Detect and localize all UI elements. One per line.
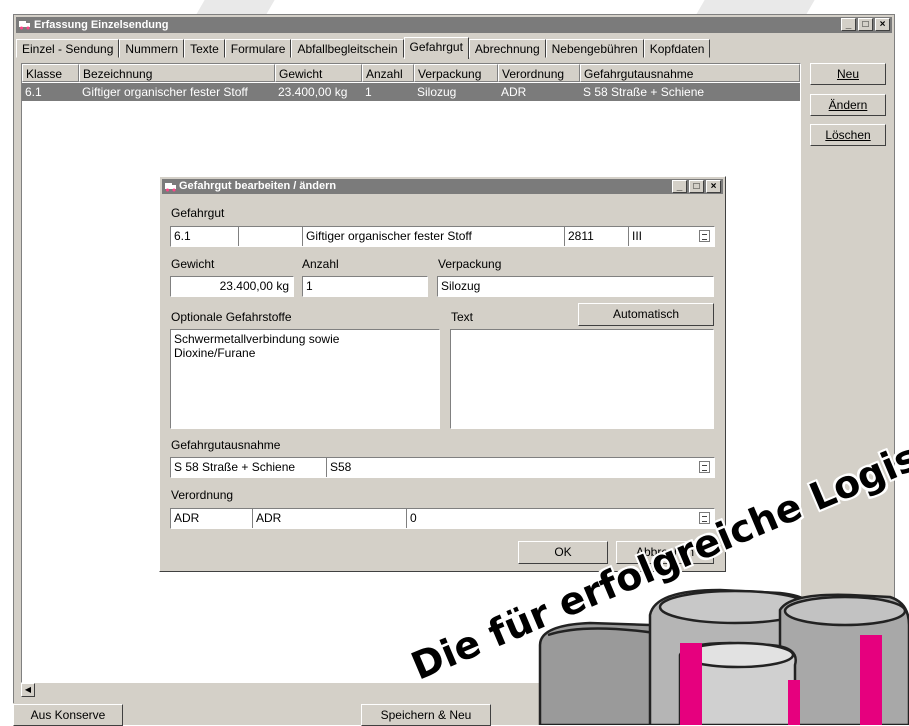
- gewicht-label: Gewicht: [171, 257, 215, 271]
- tab-strip: Einzel - Sendung Nummern Texte Formulare…: [16, 37, 711, 59]
- verordnung-name: ADR: [253, 509, 407, 528]
- delete-button-label: Löschen: [825, 128, 871, 142]
- maximize-button[interactable]: □: [858, 18, 873, 31]
- delete-button[interactable]: Löschen: [810, 124, 886, 146]
- ausnahme-name: S 58 Straße + Schiene: [171, 458, 327, 477]
- horizontal-scrollbar[interactable]: ◀: [21, 683, 51, 697]
- gefahrgut-verpackungsgruppe: III: [632, 229, 643, 243]
- lookup-icon[interactable]: [699, 461, 710, 473]
- ok-button[interactable]: OK: [518, 541, 608, 564]
- list-header: Klasse Bezeichnung Gewicht Anzahl Verpac…: [22, 64, 800, 82]
- cell-klasse: 6.1: [25, 85, 42, 99]
- edit-button-label: Ändern: [828, 98, 868, 112]
- automatisch-button[interactable]: Automatisch: [578, 303, 714, 326]
- tab-nebengebuehren[interactable]: Nebengebühren: [545, 39, 644, 58]
- tab-nummern[interactable]: Nummern: [119, 39, 185, 58]
- edit-button[interactable]: Ändern: [810, 94, 886, 116]
- text-textarea[interactable]: [450, 329, 714, 429]
- dialog-title: Gefahrgut bearbeiten / ändern: [179, 180, 337, 192]
- column-header-gefahrgutausnahme[interactable]: Gefahrgutausnahme: [580, 64, 800, 82]
- minimize-button[interactable]: _: [841, 18, 856, 31]
- gefahrgutausnahme-field[interactable]: S 58 Straße + Schiene S58: [170, 457, 715, 478]
- table-row[interactable]: 6.1 Giftiger organischer fester Stoff 23…: [22, 83, 800, 101]
- cell-gewicht: 23.400,00 kg: [278, 85, 348, 99]
- truck-icon: [19, 21, 30, 30]
- verordnung-wert: 0: [410, 511, 417, 525]
- column-header-klasse[interactable]: Klasse: [22, 64, 79, 82]
- anzahl-label: Anzahl: [302, 257, 339, 271]
- cell-anzahl: 1: [365, 85, 372, 99]
- gefahrgut-label: Gefahrgut: [171, 206, 225, 220]
- cell-bezeichnung: Giftiger organischer fester Stoff: [82, 85, 248, 99]
- dialog-minimize-button[interactable]: _: [672, 180, 687, 193]
- tab-gefahrgut[interactable]: Gefahrgut: [403, 37, 469, 59]
- gefahrgut-bezeichnung: Giftiger organischer fester Stoff: [303, 227, 565, 246]
- gefahrgut-ziffer: [239, 227, 303, 246]
- verordnung-code: ADR: [171, 509, 253, 528]
- verordnung-label: Verordnung: [171, 488, 234, 502]
- dialog-maximize-button[interactable]: □: [689, 180, 704, 193]
- optionale-gefahrstoffe-label: Optionale Gefahrstoffe: [171, 310, 292, 324]
- aus-konserve-button[interactable]: Aus Konserve: [13, 704, 123, 726]
- column-header-anzahl[interactable]: Anzahl: [362, 64, 414, 82]
- verordnung-field[interactable]: ADR ADR 0: [170, 508, 715, 529]
- tab-formulare[interactable]: Formulare: [224, 39, 292, 58]
- gefahrgutausnahme-label: Gefahrgutausnahme: [171, 438, 281, 452]
- tab-einzel-sendung[interactable]: Einzel - Sendung: [16, 39, 120, 58]
- optionale-gefahrstoffe-textarea[interactable]: Schwermetallverbindung sowie Dioxine/Fur…: [170, 329, 440, 429]
- cell-verordnung: ADR: [501, 85, 527, 99]
- ausnahme-code: S58: [330, 460, 352, 474]
- text-label: Text: [451, 310, 474, 324]
- cell-gefahrgutausnahme: S 58 Straße + Schiene: [583, 85, 705, 99]
- tab-abfallbegleitschein[interactable]: Abfallbegleitschein: [291, 39, 404, 58]
- gefahrgut-field[interactable]: 6.1 Giftiger organischer fester Stoff 28…: [170, 226, 715, 247]
- column-header-verordnung[interactable]: Verordnung: [498, 64, 580, 82]
- cell-verpackung: Silozug: [417, 85, 457, 99]
- window-title: Erfassung Einzelsendung: [34, 19, 169, 31]
- dialog-titlebar[interactable]: Gefahrgut bearbeiten / ändern _ □ ×: [162, 179, 723, 194]
- speichern-neu-button[interactable]: Speichern & Neu: [361, 704, 491, 726]
- column-header-bezeichnung[interactable]: Bezeichnung: [79, 64, 275, 82]
- gefahrgut-klasse: 6.1: [171, 227, 239, 246]
- gefahrgut-un-nummer: 2811: [565, 227, 629, 246]
- window-titlebar[interactable]: Erfassung Einzelsendung _ □ ×: [16, 17, 892, 33]
- new-button[interactable]: Neu: [810, 63, 886, 85]
- truck-icon: [165, 183, 176, 192]
- tab-texte[interactable]: Texte: [184, 39, 225, 58]
- verpackung-input[interactable]: Silozug: [437, 276, 714, 297]
- lookup-icon[interactable]: [699, 230, 710, 242]
- tab-kopfdaten[interactable]: Kopfdaten: [643, 39, 711, 58]
- tab-abrechnung[interactable]: Abrechnung: [468, 39, 546, 58]
- gewicht-input[interactable]: 23.400,00 kg: [170, 276, 294, 297]
- dialog-close-button[interactable]: ×: [706, 180, 721, 193]
- gefahrgut-dialog: Gefahrgut bearbeiten / ändern _ □ × Gefa…: [159, 176, 726, 572]
- close-button[interactable]: ×: [875, 18, 890, 31]
- anzahl-input[interactable]: 1: [302, 276, 428, 297]
- column-header-gewicht[interactable]: Gewicht: [275, 64, 362, 82]
- scroll-left-icon[interactable]: ◀: [21, 683, 35, 697]
- new-button-label: Neu: [836, 67, 859, 81]
- column-header-verpackung[interactable]: Verpackung: [414, 64, 498, 82]
- verpackung-label: Verpackung: [438, 257, 502, 271]
